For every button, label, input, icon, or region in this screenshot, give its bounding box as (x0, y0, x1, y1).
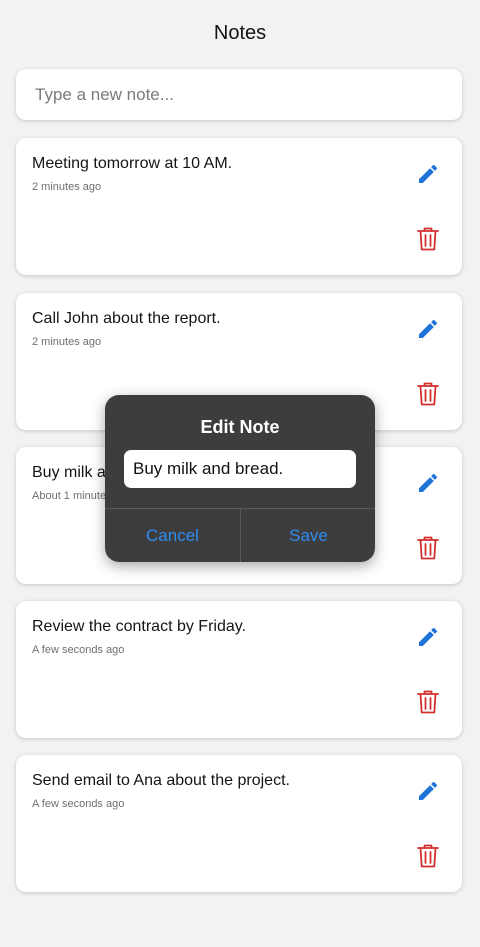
delete-note-button[interactable] (416, 226, 440, 252)
note-text: Call John about the report. (32, 310, 221, 327)
trash-icon (417, 536, 439, 560)
cancel-button[interactable]: Cancel (105, 509, 240, 562)
edit-note-button[interactable] (416, 162, 440, 186)
note-card: Review the contract by Friday. A few sec… (16, 601, 462, 738)
delete-note-button[interactable] (416, 843, 440, 869)
note-card: Send email to Ana about the project. A f… (16, 755, 462, 892)
note-timestamp: A few seconds ago (32, 644, 125, 656)
pencil-icon (419, 627, 438, 646)
pencil-icon (419, 319, 438, 338)
note-timestamp: 2 minutes ago (32, 336, 102, 348)
edit-note-dialog: Edit Note Cancel Save (105, 395, 375, 562)
new-note-input[interactable] (16, 69, 462, 120)
pencil-icon (419, 781, 438, 800)
edit-note-button[interactable] (416, 317, 440, 341)
note-card: Meeting tomorrow at 10 AM. 2 minutes ago (16, 138, 462, 275)
new-note-card (16, 69, 462, 120)
note-text: Meeting tomorrow at 10 AM. (32, 155, 233, 172)
note-text: Send email to Ana about the project. (32, 772, 290, 789)
page-title: Notes (213, 22, 267, 44)
note-text: Review the contract by Friday. (32, 618, 247, 635)
edit-note-button[interactable] (416, 625, 440, 649)
trash-icon (417, 227, 439, 251)
trash-icon (417, 690, 439, 714)
edit-note-input[interactable] (124, 450, 356, 488)
note-timestamp: A few seconds ago (32, 798, 125, 810)
edit-note-button[interactable] (416, 779, 440, 803)
dialog-title: Edit Note (200, 417, 280, 437)
pencil-icon (419, 164, 438, 183)
edit-note-button[interactable] (416, 471, 440, 495)
delete-note-button[interactable] (416, 535, 440, 561)
trash-icon (417, 382, 439, 406)
pencil-icon (419, 473, 438, 492)
delete-note-button[interactable] (416, 381, 440, 407)
note-timestamp: 2 minutes ago (32, 181, 102, 193)
trash-icon (417, 844, 439, 868)
delete-note-button[interactable] (416, 689, 440, 715)
save-button[interactable]: Save (241, 509, 375, 562)
